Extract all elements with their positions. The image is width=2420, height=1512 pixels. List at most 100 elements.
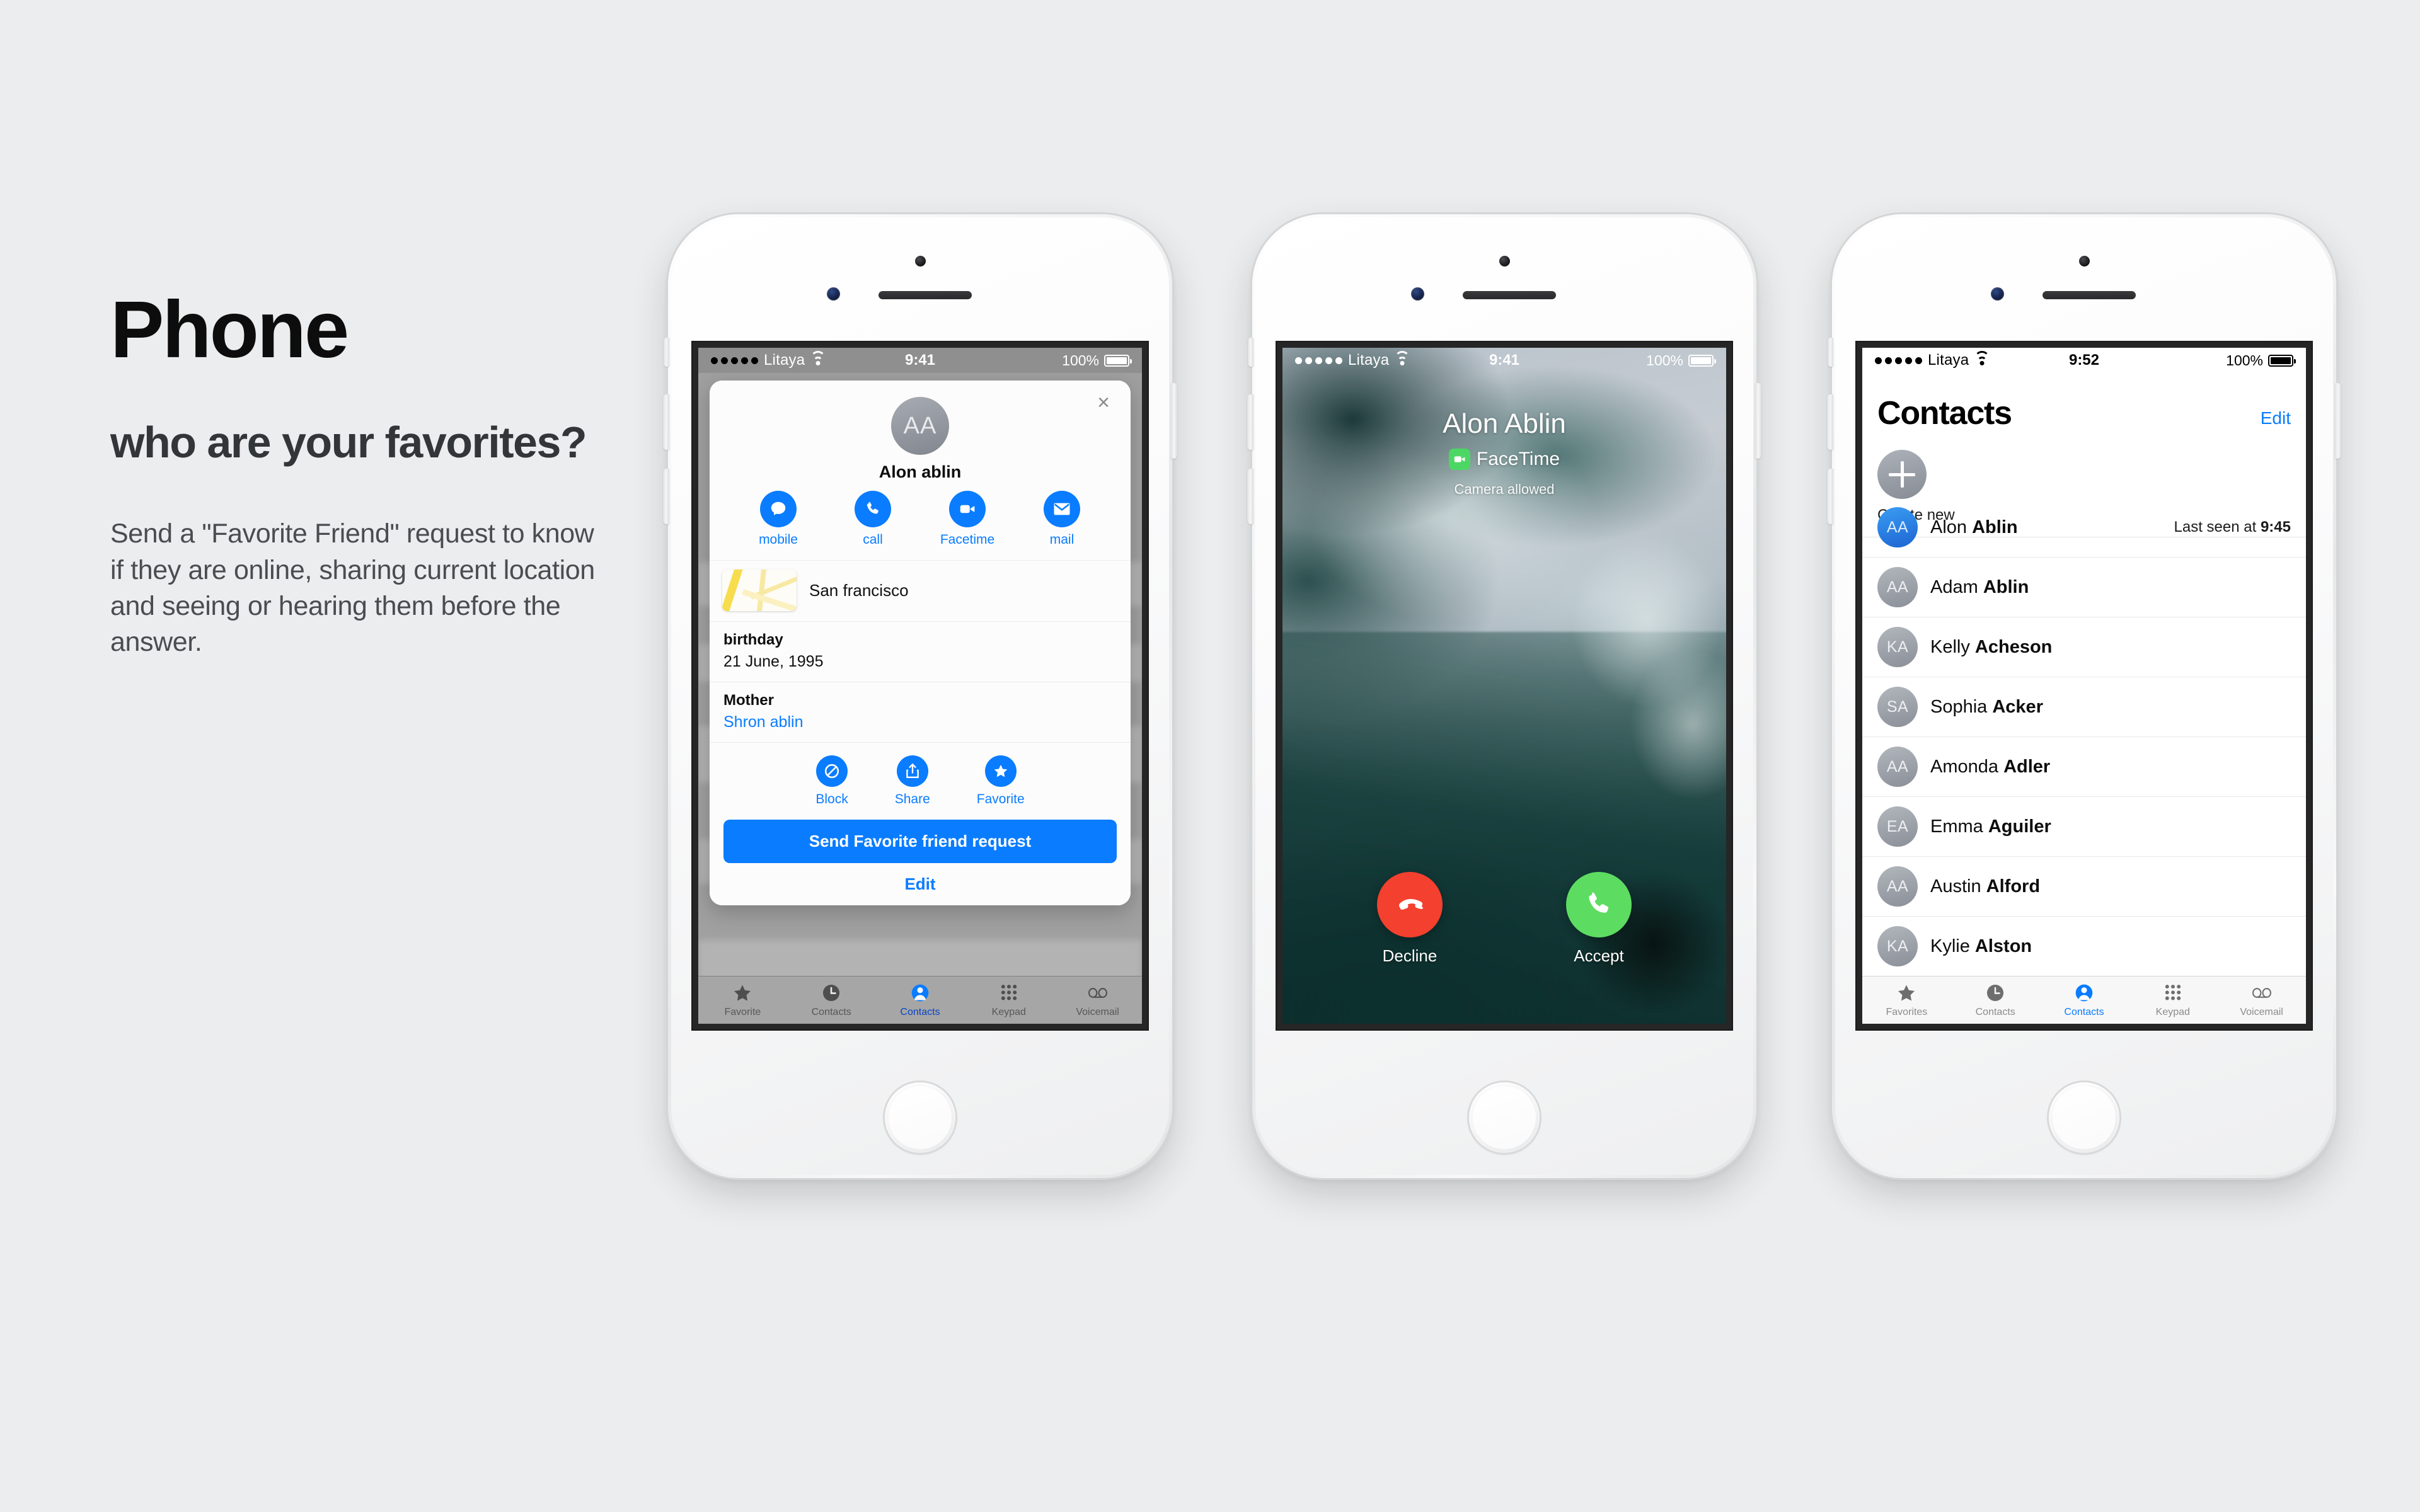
action-label: mail xyxy=(1049,532,1075,547)
action-label: call xyxy=(863,532,883,547)
avatar: AA xyxy=(1877,747,1918,787)
close-icon[interactable]: × xyxy=(1093,392,1114,413)
send-favorite-friend-request-button[interactable]: Send Favorite friend request xyxy=(723,820,1117,863)
action-call[interactable]: call xyxy=(844,491,902,547)
edit-contact-link[interactable]: Edit xyxy=(723,874,1117,894)
tab-label: Favorite xyxy=(724,1007,761,1017)
power-button[interactable] xyxy=(1755,383,1761,459)
front-camera-icon xyxy=(2079,256,2090,266)
action-label: Favorite xyxy=(976,792,1025,806)
power-button[interactable] xyxy=(2335,383,2341,459)
silent-switch[interactable] xyxy=(1828,338,1833,367)
envelope-icon xyxy=(1044,491,1080,527)
list-item[interactable]: AA Alon Ablin Last seen at 9:45 xyxy=(1862,498,2306,558)
volume-down-button[interactable] xyxy=(1827,469,1833,524)
tab-contacts[interactable]: Contacts xyxy=(2040,976,2129,1024)
volume-up-button[interactable] xyxy=(663,394,669,450)
action-favorite[interactable]: Favorite xyxy=(977,755,1025,807)
tab-keypad[interactable]: Keypad xyxy=(2128,976,2217,1024)
signal-strength-icon xyxy=(1875,357,1922,364)
phone1-screen: Litaya 9:41 100% × AA Alon ablin mobile … xyxy=(698,348,1142,1024)
action-mobile[interactable]: mobile xyxy=(749,491,807,547)
home-button[interactable] xyxy=(1469,1082,1540,1153)
home-button[interactable] xyxy=(885,1082,955,1153)
volume-up-button[interactable] xyxy=(1247,394,1253,450)
silent-switch[interactable] xyxy=(1248,338,1253,367)
avatar: EA xyxy=(1877,806,1918,847)
battery-percent-label: 100% xyxy=(1062,352,1099,369)
accept-call-button[interactable]: Accept xyxy=(1566,872,1632,966)
list-item[interactable]: AA Adam Ablin xyxy=(1862,558,2306,617)
contact-address-row[interactable]: San francisco xyxy=(710,560,1131,621)
clock-icon xyxy=(823,984,840,1002)
tab-label: Favorites xyxy=(1886,1007,1928,1017)
tab-voicemail[interactable]: Voicemail xyxy=(2217,976,2306,1024)
front-camera-icon xyxy=(915,256,926,266)
phone2-screen: Litaya 9:41 100% Alon Ablin FaceTime Cam… xyxy=(1282,348,1726,1024)
contacts-list[interactable]: AA Alon Ablin Last seen at 9:45 AA Adam … xyxy=(1862,498,2306,976)
action-mail[interactable]: mail xyxy=(1033,491,1091,547)
phone-down-icon xyxy=(1377,872,1443,937)
facetime-icon xyxy=(1448,449,1470,470)
contact-name: Kylie Alston xyxy=(1930,936,2291,957)
list-item[interactable]: AA Amonda Adler xyxy=(1862,737,2306,797)
volume-down-button[interactable] xyxy=(1247,469,1253,524)
tab-keypad[interactable]: Keypad xyxy=(964,976,1053,1024)
volume-down-button[interactable] xyxy=(663,469,669,524)
first-name: Kelly xyxy=(1930,636,1975,657)
last-name: Alston xyxy=(1974,936,2032,956)
field-value: 21 June, 1995 xyxy=(723,653,824,670)
tab-label: Keypad xyxy=(991,1007,1026,1017)
last-seen-prefix: Last seen at xyxy=(2174,518,2261,536)
earpiece-speaker xyxy=(879,291,972,299)
action-facetime[interactable]: Facetime xyxy=(938,491,996,547)
list-item[interactable]: AA Austin Alford xyxy=(1862,857,2306,917)
field-key: birthday xyxy=(723,631,783,648)
tab-label: Keypad xyxy=(2155,1007,2190,1017)
last-name: Alford xyxy=(1986,876,2041,896)
plus-icon xyxy=(1877,450,1927,499)
phone-device-contact-card: Litaya 9:41 100% × AA Alon ablin mobile … xyxy=(663,214,1177,1178)
first-name: Amonda xyxy=(1930,756,2004,777)
tab-recents[interactable]: Contacts xyxy=(1951,976,2040,1024)
tab-favorites[interactable]: Favorites xyxy=(1862,976,1951,1024)
volume-up-button[interactable] xyxy=(1827,394,1833,450)
decline-call-button[interactable]: Decline xyxy=(1377,872,1443,966)
list-item[interactable]: KA Kylie Alston xyxy=(1862,917,2306,976)
marketing-copy: Phone who are your favorites? Send a "Fa… xyxy=(110,290,602,660)
tab-recents[interactable]: Contacts xyxy=(787,976,876,1024)
power-button[interactable] xyxy=(1171,383,1177,459)
contact-name: Alon ablin xyxy=(879,462,962,481)
page-title: Phone xyxy=(110,285,349,375)
status-bar: Litaya 9:41 100% xyxy=(698,348,1142,373)
list-item[interactable]: EA Emma Aguiler xyxy=(1862,797,2306,857)
action-block[interactable]: Block xyxy=(815,755,848,807)
voicemail-icon xyxy=(2252,988,2271,998)
page-title: Contacts xyxy=(1877,395,2012,432)
battery-percent-label: 100% xyxy=(2226,352,2263,369)
secondary-action-row: Block Share Favorite xyxy=(723,755,1117,807)
phone-icon xyxy=(1566,872,1632,937)
action-share[interactable]: Share xyxy=(895,755,930,807)
block-icon xyxy=(816,755,848,787)
tab-contacts[interactable]: Contacts xyxy=(876,976,965,1024)
video-camera-icon xyxy=(949,491,986,527)
list-item[interactable]: KA Kelly Acheson xyxy=(1862,617,2306,677)
contact-name: Kelly Acheson xyxy=(1930,637,2291,658)
keypad-icon xyxy=(2165,985,2181,1000)
tab-bar: Favorites Contacts Contacts Keypad Voice… xyxy=(1862,976,2306,1024)
list-item[interactable]: SA Sophia Acker xyxy=(1862,677,2306,737)
field-value-link[interactable]: Shron ablin xyxy=(723,713,1117,731)
edit-button[interactable]: Edit xyxy=(2261,408,2291,432)
home-button[interactable] xyxy=(2049,1082,2119,1153)
star-icon xyxy=(1898,985,1915,1001)
tab-voicemail[interactable]: Voicemail xyxy=(1053,976,1142,1024)
call-note-label: Camera allowed xyxy=(1454,481,1555,497)
status-bar: Litaya 9:41 100% xyxy=(1282,348,1726,373)
silent-switch[interactable] xyxy=(664,338,669,367)
first-name: Austin xyxy=(1930,876,1986,896)
call-type-row: FaceTime xyxy=(1282,449,1726,470)
tab-favorite[interactable]: Favorite xyxy=(698,976,787,1024)
contact-name: Adam Ablin xyxy=(1930,577,2291,598)
last-seen-time: 9:45 xyxy=(2260,518,2291,536)
